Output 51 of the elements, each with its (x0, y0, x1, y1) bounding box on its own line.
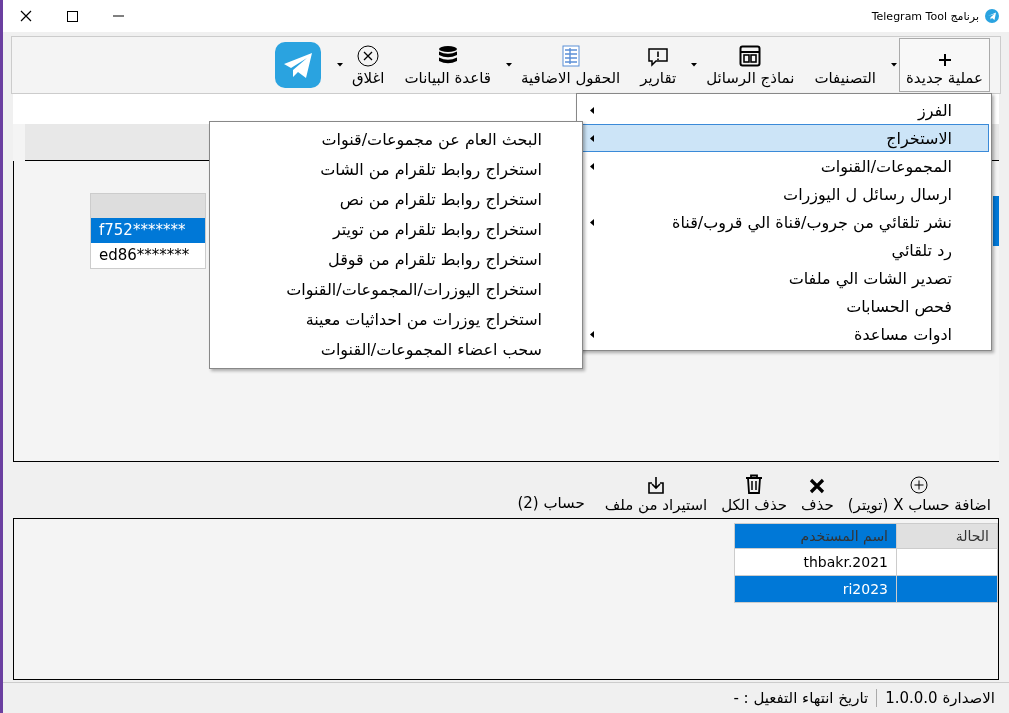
list-icon (561, 45, 580, 67)
menu-item[interactable]: المجموعات/القنوات (579, 152, 989, 180)
list-row[interactable]: f752******* (91, 218, 205, 243)
toolbar-button[interactable]: نماذج الرسائل (699, 38, 802, 92)
account-action-button[interactable]: حذف (799, 478, 836, 514)
window-title: برنامج Telegram Tool (871, 9, 979, 23)
account-action-button[interactable]: استيراد من ملف (602, 476, 710, 514)
caret-icon[interactable] (505, 63, 512, 67)
plus-icon (937, 53, 952, 67)
layout-icon (739, 45, 762, 67)
menu-item[interactable]: استخراج اليوزرات/المجموعات/القنوات (210, 275, 582, 305)
paper-plane-logo-icon[interactable] (274, 42, 321, 88)
menu-item[interactable]: استخراج روابط تلقرام من نص (210, 185, 582, 215)
paper-plane-icon (985, 9, 999, 23)
x-icon (809, 478, 826, 494)
version-label: الاصدارة 1.0.0.0 (885, 689, 995, 707)
toolbar-button[interactable]: عملية جديدة (899, 38, 990, 92)
toolbar-button[interactable]: التصنيفات (807, 38, 883, 92)
speech-bubble-icon (647, 47, 670, 67)
menu-item[interactable]: استخراج روابط تلقرام من الشات (210, 155, 582, 185)
caret-icon[interactable] (691, 63, 698, 67)
menu-item[interactable]: استخراج يوزرات من احداثيات معينة (210, 305, 582, 335)
caret-icon[interactable] (336, 63, 343, 67)
menu-item[interactable]: استخراج روابط تلقرام من تويتر (210, 215, 582, 245)
close-icon (357, 45, 380, 67)
menu-item[interactable]: سحب اعضاء المجموعات/القنوات (210, 335, 582, 365)
expiry-label: تاريخ انتهاء التفعيل : - (733, 689, 869, 707)
menu-item[interactable]: ارسال رسائل ل اليوزرات (579, 180, 989, 208)
toolbar-button[interactable]: الحقول الاضافية (513, 38, 628, 92)
account-count: حساب (2) (517, 494, 585, 514)
toolbar-button[interactable]: قاعدة البيانات (397, 38, 498, 92)
toolbar-button[interactable]: تقارير (633, 38, 684, 92)
table-cell: ri2023 (842, 581, 888, 597)
menu-item[interactable]: نشر تلقائي من جروب/قناة الي قروب/قناة (579, 208, 989, 236)
account-action-button[interactable]: حذف الكل (719, 474, 790, 514)
account-action-button[interactable]: اضافة حساب X (تويتر) (845, 476, 993, 514)
menu-item[interactable]: فحص الحسابات (579, 292, 989, 320)
menu-item[interactable]: ادوات مساعدة (579, 320, 989, 348)
menu-item[interactable]: البحث العام عن مجموعات/قنوات (210, 125, 582, 155)
menu-item[interactable]: رد تلقائي (579, 236, 989, 264)
add-icon (910, 476, 929, 494)
toolbar-button[interactable]: اغلاق (344, 38, 392, 92)
menu-item[interactable]: تصدير الشات الي ملفات (579, 264, 989, 292)
trash-icon (745, 474, 764, 494)
menu-item[interactable]: استخراج روابط تلقرام من قوقل (210, 245, 582, 275)
caret-icon[interactable] (891, 63, 897, 67)
list-row[interactable]: ed86******* (91, 243, 205, 268)
download-icon (647, 476, 665, 494)
list-edge (993, 196, 999, 246)
table-cell: thbakr.2021 (803, 554, 888, 570)
column-header[interactable]: الحالة (896, 523, 998, 549)
